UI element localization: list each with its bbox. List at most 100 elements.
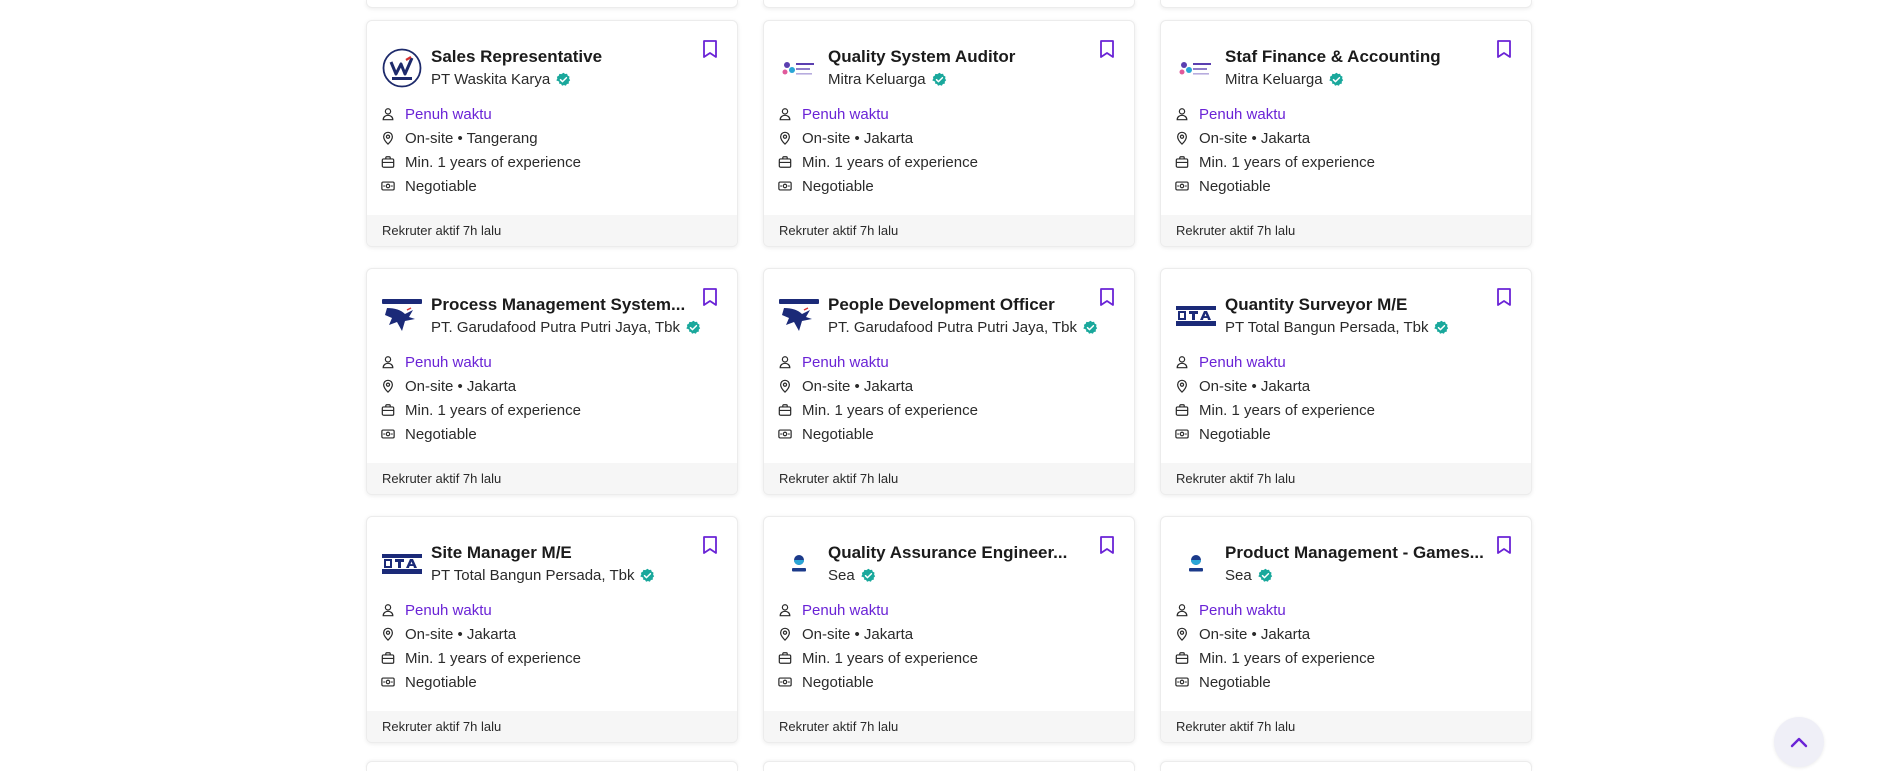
job-info-list: Penuh waktu On-site • Jakarta Min. 1 years… (778, 350, 978, 446)
experience-requirement-text: Min. 1 years of experience (405, 401, 581, 419)
location-pin-icon (381, 627, 395, 641)
job-card-partial[interactable] (1160, 0, 1532, 8)
salary-info: Negotiable (1175, 174, 1375, 198)
job-card-partial[interactable] (1160, 761, 1532, 771)
job-title[interactable]: Quality System Auditor (828, 47, 1090, 67)
person-icon (381, 107, 395, 121)
location-pin-icon (381, 131, 395, 145)
job-card[interactable]: Product Management - Games... Sea Penuh wa… (1160, 516, 1532, 743)
person-icon (778, 107, 792, 121)
company-name-row: Mitra Keluarga (828, 71, 947, 88)
company-name[interactable]: Mitra Keluarga (828, 71, 926, 88)
employment-type-text: Penuh waktu (405, 105, 492, 123)
company-name[interactable]: PT. Garudafood Putra Putri Jaya, Tbk (431, 319, 680, 336)
job-title[interactable]: Product Management - Games... (1225, 543, 1487, 563)
recruiter-activity: Rekruter aktif 7h lalu (764, 215, 1134, 246)
job-card[interactable]: People Development Officer PT. Garudafood… (763, 268, 1135, 495)
employment-type-text: Penuh waktu (1199, 601, 1286, 619)
job-location-text: On-site • Jakarta (405, 625, 517, 643)
job-card-partial[interactable] (366, 0, 738, 8)
employment-type-text: Penuh waktu (1199, 353, 1286, 371)
employment-type-text: Penuh waktu (802, 105, 889, 123)
bookmark-icon[interactable] (1495, 287, 1513, 307)
job-card-partial[interactable] (366, 761, 738, 771)
job-info-list: Penuh waktu On-site • Jakarta Min. 1 years… (1175, 102, 1375, 198)
briefcase-icon (1175, 651, 1189, 665)
job-title[interactable]: People Development Officer (828, 295, 1090, 315)
bookmark-icon[interactable] (701, 535, 719, 555)
money-icon (1175, 427, 1189, 441)
job-card[interactable]: Staf Finance & Accounting Mitra Keluarga P… (1160, 20, 1532, 247)
salary-info-text: Negotiable (802, 177, 874, 195)
company-name[interactable]: Sea (828, 567, 855, 584)
company-logo (1175, 543, 1217, 585)
employment-type-text: Penuh waktu (405, 601, 492, 619)
job-card[interactable]: Site Manager M/E PT Total Bangun Persada,… (366, 516, 738, 743)
job-location: On-site • Jakarta (1175, 126, 1375, 150)
job-card[interactable]: Sales Representative PT Waskita Karya Penu… (366, 20, 738, 247)
job-title[interactable]: Quantity Surveyor M/E (1225, 295, 1487, 315)
experience-requirement-text: Min. 1 years of experience (802, 153, 978, 171)
salary-info: Negotiable (778, 174, 978, 198)
company-name[interactable]: PT. Garudafood Putra Putri Jaya, Tbk (828, 319, 1077, 336)
bookmark-icon[interactable] (1495, 39, 1513, 59)
job-card[interactable]: Process Management System... PT. Garudafo… (366, 268, 738, 495)
person-icon (381, 355, 395, 369)
partial-card-row-bottom (366, 761, 1532, 771)
job-card[interactable]: Quantity Surveyor M/E PT Total Bangun Per… (1160, 268, 1532, 495)
briefcase-icon (778, 651, 792, 665)
company-name[interactable]: Sea (1225, 567, 1252, 584)
verified-badge-icon (1258, 568, 1273, 583)
verified-badge-icon (861, 568, 876, 583)
job-location-text: On-site • Jakarta (1199, 377, 1311, 395)
experience-requirement: Min. 1 years of experience (1175, 646, 1375, 670)
job-title[interactable]: Process Management System... (431, 295, 693, 315)
employment-type: Penuh waktu (1175, 350, 1375, 374)
company-name-row: PT Waskita Karya (431, 71, 571, 88)
job-location-text: On-site • Tangerang (405, 129, 538, 147)
recruiter-activity: Rekruter aktif 7h lalu (367, 215, 737, 246)
salary-info: Negotiable (778, 422, 978, 446)
job-info-list: Penuh waktu On-site • Jakarta Min. 1 years… (381, 350, 581, 446)
job-title[interactable]: Quality Assurance Engineer... (828, 543, 1090, 563)
salary-info-text: Negotiable (1199, 425, 1271, 443)
recruiter-activity: Rekruter aktif 7h lalu (764, 711, 1134, 742)
experience-requirement-text: Min. 1 years of experience (1199, 649, 1375, 667)
job-card-partial[interactable] (763, 761, 1135, 771)
employment-type-text: Penuh waktu (802, 353, 889, 371)
bookmark-icon[interactable] (701, 39, 719, 59)
experience-requirement: Min. 1 years of experience (778, 646, 978, 670)
job-title[interactable]: Staf Finance & Accounting (1225, 47, 1487, 67)
bookmark-icon[interactable] (1098, 287, 1116, 307)
company-name-row: Mitra Keluarga (1225, 71, 1344, 88)
money-icon (1175, 179, 1189, 193)
company-name[interactable]: PT Total Bangun Persada, Tbk (431, 567, 634, 584)
bookmark-icon[interactable] (701, 287, 719, 307)
bookmark-icon[interactable] (1495, 535, 1513, 555)
salary-info-text: Negotiable (405, 673, 477, 691)
employment-type: Penuh waktu (778, 598, 978, 622)
job-location-text: On-site • Jakarta (802, 377, 914, 395)
money-icon (778, 427, 792, 441)
job-location-text: On-site • Jakarta (405, 377, 517, 395)
job-title[interactable]: Site Manager M/E (431, 543, 693, 563)
company-name[interactable]: PT Waskita Karya (431, 71, 550, 88)
job-card[interactable]: Quality Assurance Engineer... Sea Penuh wa… (763, 516, 1135, 743)
verified-badge-icon (1329, 72, 1344, 87)
verified-badge-icon (640, 568, 655, 583)
company-name-row: Sea (828, 567, 876, 584)
company-name[interactable]: Mitra Keluarga (1225, 71, 1323, 88)
job-title[interactable]: Sales Representative (431, 47, 693, 67)
money-icon (381, 427, 395, 441)
job-location-text: On-site • Jakarta (802, 129, 914, 147)
scroll-to-top-button[interactable] (1774, 717, 1824, 767)
company-logo (778, 543, 820, 585)
verified-badge-icon (686, 320, 701, 335)
bookmark-icon[interactable] (1098, 39, 1116, 59)
job-card[interactable]: Quality System Auditor Mitra Keluarga Penu… (763, 20, 1135, 247)
company-name[interactable]: PT Total Bangun Persada, Tbk (1225, 319, 1428, 336)
bookmark-icon[interactable] (1098, 535, 1116, 555)
job-info-list: Penuh waktu On-site • Tangerang Min. 1 yea… (381, 102, 581, 198)
recruiter-activity: Rekruter aktif 7h lalu (367, 711, 737, 742)
job-card-partial[interactable] (763, 0, 1135, 8)
